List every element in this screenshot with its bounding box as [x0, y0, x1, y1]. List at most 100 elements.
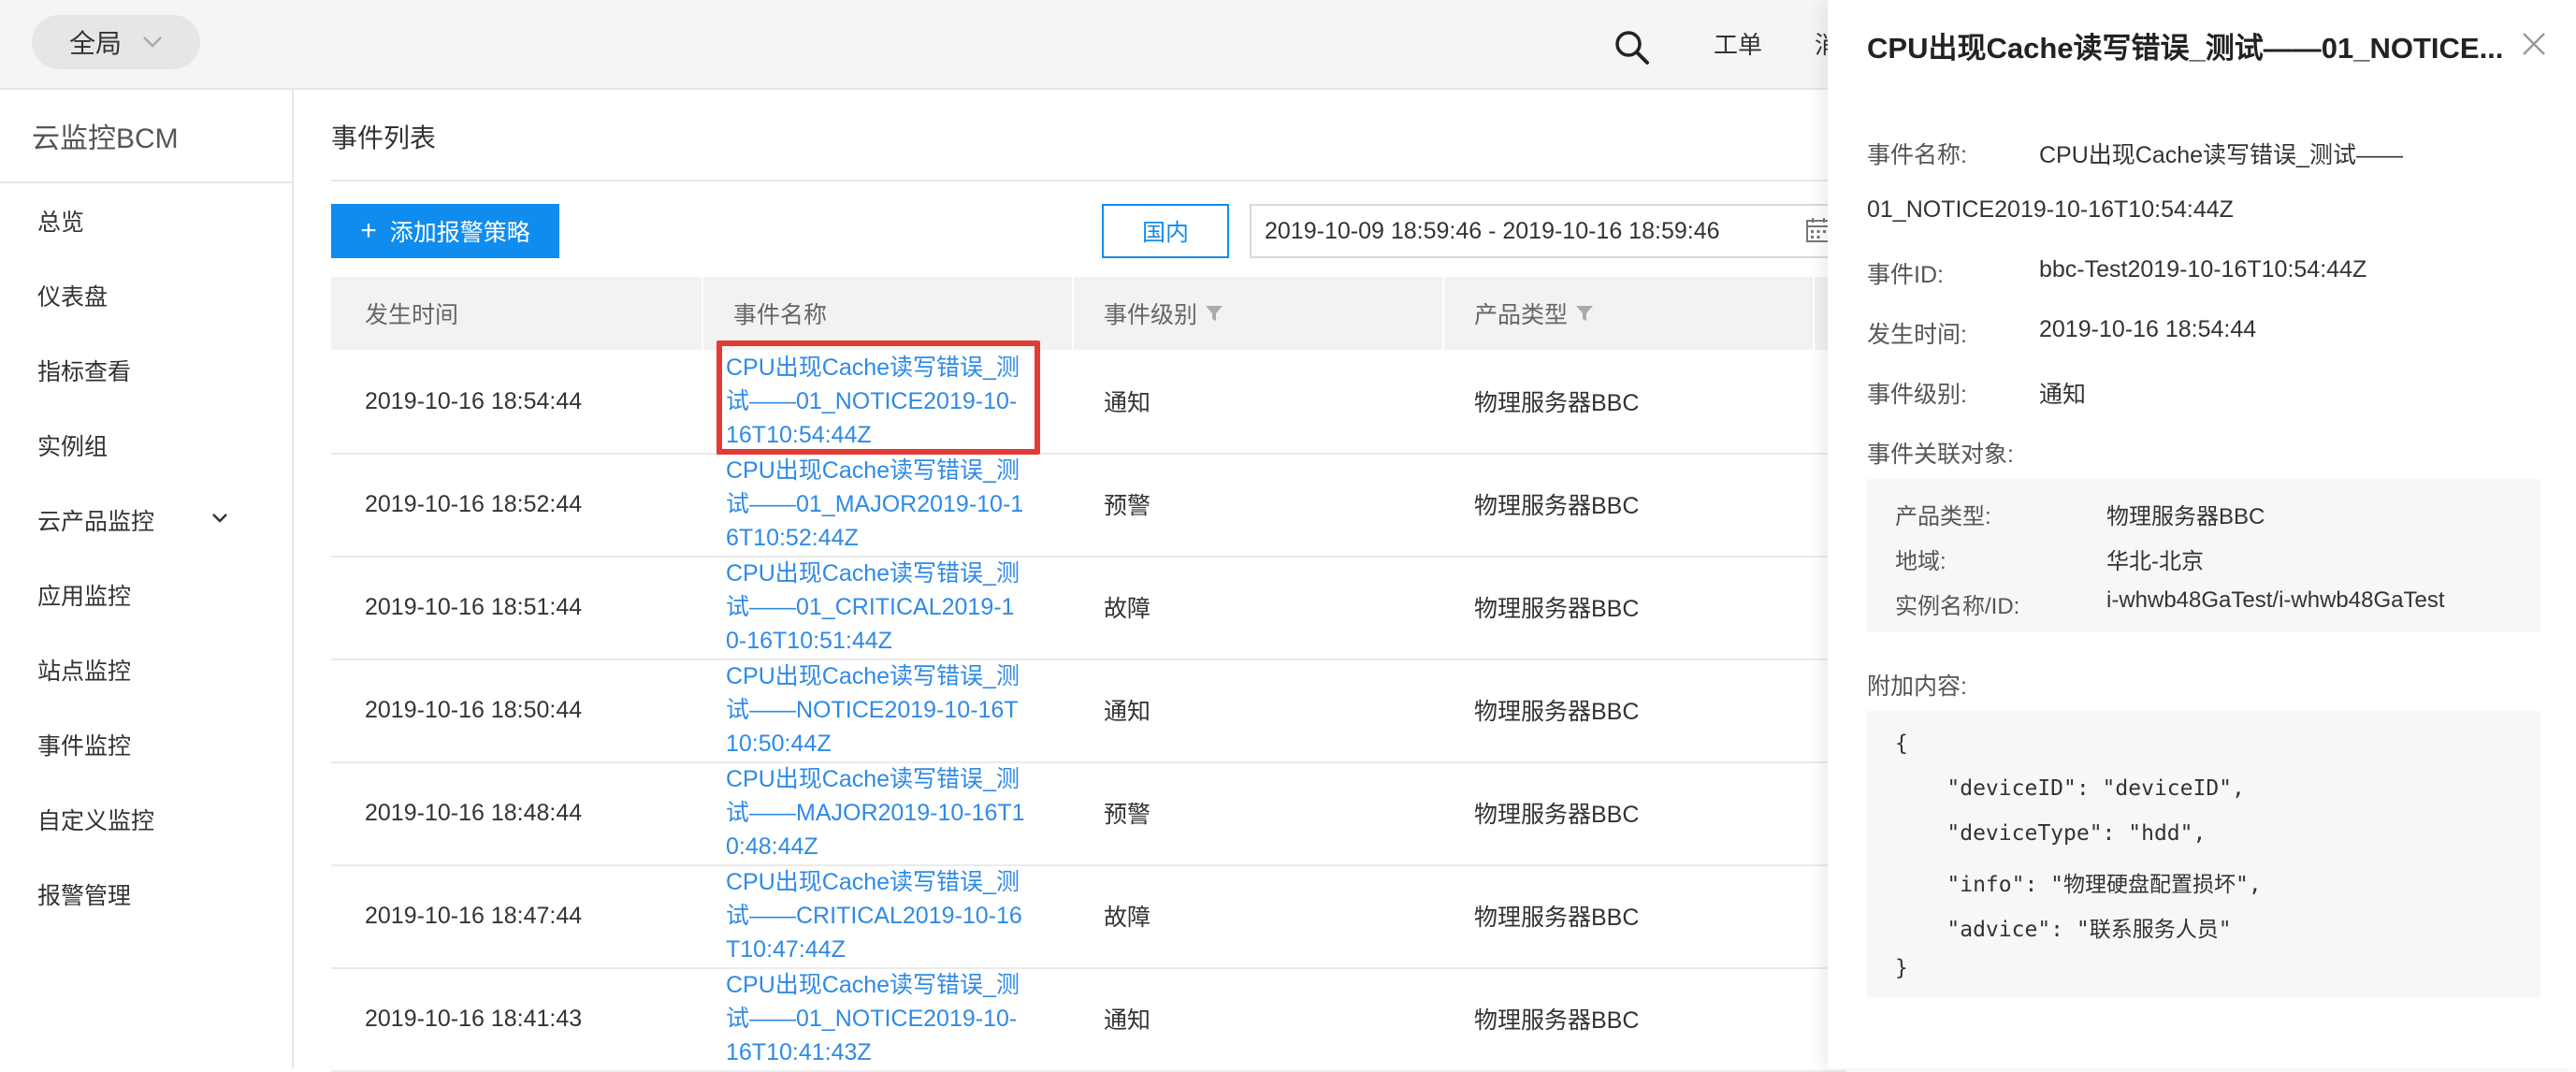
region-domestic-button[interactable]: 国内: [1102, 204, 1229, 258]
add-alarm-policy-button[interactable]: + 添加报警策略: [331, 204, 559, 258]
add-alarm-policy-label: 添加报警策略: [389, 220, 530, 246]
column-header-time: 发生时间: [365, 302, 459, 328]
event-name-link[interactable]: CPU出现Cache读写错误_测试——01_NOTICE2019-10-16T1…: [726, 967, 1027, 1070]
scope-label: 全局: [69, 29, 123, 58]
event-level: 故障: [1104, 905, 1151, 931]
page-title: 事件列表: [331, 123, 437, 152]
event-time: 2019-10-16 18:41:43: [365, 1005, 583, 1032]
table-row: 2019-10-16 18:51:44 CPU出现Cache读写错误_测试——0…: [331, 556, 1846, 660]
sidebar-item-instance-group[interactable]: 实例组: [0, 408, 292, 483]
event-name-link[interactable]: CPU出现Cache读写错误_测试——MAJOR2019-10-16T10:48…: [726, 761, 1027, 864]
chevron-down-icon: [142, 29, 163, 55]
column-header-level-label: 事件级别: [1104, 302, 1198, 328]
sidebar-item-label: 指标查看: [37, 359, 132, 385]
column-header-level[interactable]: 事件级别: [1104, 277, 1223, 350]
event-time: 2019-10-16 18:51:44: [365, 593, 583, 620]
product-type-value: 物理服务器BBC: [2106, 504, 2265, 529]
nav-ticket[interactable]: 工单: [1714, 26, 1762, 61]
event-id-value: bbc-Test2019-10-16T10:54:44Z: [2039, 256, 2367, 282]
search-icon[interactable]: [1613, 28, 1650, 65]
product-type: 物理服务器BBC: [1474, 596, 1640, 622]
event-time: 2019-10-16 18:50:44: [365, 696, 583, 723]
main-content: 事件列表 + 添加报警策略 国内 2019-10-09 18:59:46 - 2…: [294, 90, 1848, 1072]
table-row: 2019-10-16 18:52:44 CPU出现Cache读写错误_测试——0…: [331, 453, 1846, 558]
column-header-product[interactable]: 产品类型: [1474, 277, 1594, 350]
sidebar-item-cloud-product[interactable]: 云产品监控: [0, 483, 292, 558]
product-type: 物理服务器BBC: [1474, 390, 1640, 416]
table-row: 2019-10-16 18:48:44 CPU出现Cache读写错误_测试——M…: [331, 761, 1846, 866]
product-type: 物理服务器BBC: [1474, 1007, 1640, 1034]
sidebar-item-metrics[interactable]: 指标查看: [0, 333, 292, 408]
event-time: 2019-10-16 18:54:44: [365, 387, 583, 414]
filter-icon[interactable]: [1575, 305, 1594, 322]
close-icon[interactable]: [2520, 30, 2548, 58]
extra-content-box: { "deviceID": "deviceID", "deviceType": …: [1867, 711, 2540, 997]
table-row: 2019-10-16 18:47:44 CPU出现Cache读写错误_测试——C…: [331, 864, 1846, 969]
divider: [1072, 277, 1074, 350]
sidebar-item-custom-monitor[interactable]: 自定义监控: [0, 782, 292, 857]
sidebar-item-app-monitor[interactable]: 应用监控: [0, 558, 292, 632]
highlight-box: [716, 340, 1040, 455]
column-header-name: 事件名称: [733, 302, 828, 328]
product-type: 物理服务器BBC: [1474, 802, 1640, 828]
event-level-value: 通知: [2039, 382, 2087, 408]
region-value: 华北-北京: [2106, 549, 2204, 574]
extra-content-label: 附加内容:: [1867, 674, 1967, 700]
json-line: "deviceType": "hdd",: [1895, 821, 2207, 846]
event-name-label: 事件名称:: [1867, 142, 1967, 168]
event-level: 通知: [1104, 1007, 1151, 1034]
instance-value: i-whwb48GaTest/i-whwb48GaTest: [2106, 587, 2445, 613]
sidebar-item-dashboard[interactable]: 仪表盘: [0, 258, 292, 333]
sidebar: 云监控BCM 总览 仪表盘 指标查看 实例组 云产品监控 应用监控 站点监控 事…: [0, 90, 294, 1068]
sidebar-item-label: 自定义监控: [37, 808, 155, 834]
sidebar-item-label: 站点监控: [37, 659, 132, 685]
sidebar-item-label: 报警管理: [37, 883, 132, 909]
json-line: "info": "物理硬盘配置损坏",: [1895, 873, 2262, 897]
divider: [331, 180, 1828, 181]
table-header: 发生时间 事件名称 事件级别 产品类型: [331, 277, 1846, 350]
event-level: 故障: [1104, 596, 1151, 622]
sidebar-item-event-monitor[interactable]: 事件监控: [0, 707, 292, 782]
event-time: 2019-10-16 18:52:44: [365, 490, 583, 517]
chevron-down-icon: [212, 514, 227, 523]
filter-icon[interactable]: [1205, 305, 1223, 322]
divider: [1813, 277, 1815, 350]
event-detail-drawer: CPU出现Cache读写错误_测试——01_NOTICE... 事件名称: CP…: [1828, 0, 2576, 1068]
event-name-link[interactable]: CPU出现Cache读写错误_测试——01_CRITICAL2019-10-16…: [726, 556, 1027, 659]
event-name-value: CPU出现Cache读写错误_测试——: [2039, 142, 2403, 168]
product-type: 物理服务器BBC: [1474, 905, 1640, 931]
event-level: 预警: [1104, 802, 1151, 828]
event-name-link[interactable]: CPU出现Cache读写错误_测试——01_MAJOR2019-10-16T10…: [726, 453, 1027, 556]
drawer-title: CPU出现Cache读写错误_测试——01_NOTICE...: [1867, 32, 2504, 65]
event-time-value: 2019-10-16 18:54:44: [2039, 316, 2257, 342]
sidebar-item-label: 实例组: [37, 434, 109, 460]
event-time-label: 发生时间:: [1867, 322, 1967, 348]
assoc-object-label: 事件关联对象:: [1867, 442, 2014, 468]
sidebar-item-label: 云产品监控: [37, 509, 155, 535]
event-name-link[interactable]: CPU出现Cache读写错误_测试——CRITICAL2019-10-16T10…: [726, 864, 1027, 967]
table-row: 2019-10-16 18:50:44 CPU出现Cache读写错误_测试——N…: [331, 659, 1846, 763]
product-type: 物理服务器BBC: [1474, 699, 1640, 725]
json-line: "advice": "联系服务人员": [1895, 918, 2232, 942]
event-level: 通知: [1104, 390, 1151, 416]
event-name-value-cont: 01_NOTICE2019-10-16T10:54:44Z: [1867, 196, 2234, 223]
event-level: 通知: [1104, 699, 1151, 725]
event-level: 预警: [1104, 493, 1151, 519]
event-time: 2019-10-16 18:48:44: [365, 799, 583, 826]
plus-icon: +: [360, 215, 377, 246]
date-range-input[interactable]: 2019-10-09 18:59:46 - 2019-10-16 18:59:4…: [1250, 204, 1848, 258]
instance-label: 实例名称/ID:: [1895, 594, 2020, 619]
sidebar-item-label: 事件监控: [37, 733, 132, 760]
sidebar-item-label: 仪表盘: [37, 284, 109, 311]
sidebar-item-overview[interactable]: 总览: [0, 183, 292, 258]
json-line: "deviceID": "deviceID",: [1895, 776, 2245, 801]
event-name-link[interactable]: CPU出现Cache读写错误_测试——NOTICE2019-10-16T10:5…: [726, 659, 1027, 761]
sidebar-item-site-monitor[interactable]: 站点监控: [0, 632, 292, 707]
sidebar-item-alarm[interactable]: 报警管理: [0, 857, 292, 932]
event-time: 2019-10-16 18:47:44: [365, 902, 583, 929]
product-type-label: 产品类型:: [1895, 504, 1991, 529]
product-type: 物理服务器BBC: [1474, 493, 1640, 519]
divider: [702, 277, 703, 350]
date-range-value: 2019-10-09 18:59:46 - 2019-10-16 18:59:4…: [1265, 217, 1720, 244]
scope-selector[interactable]: 全局: [32, 15, 200, 69]
